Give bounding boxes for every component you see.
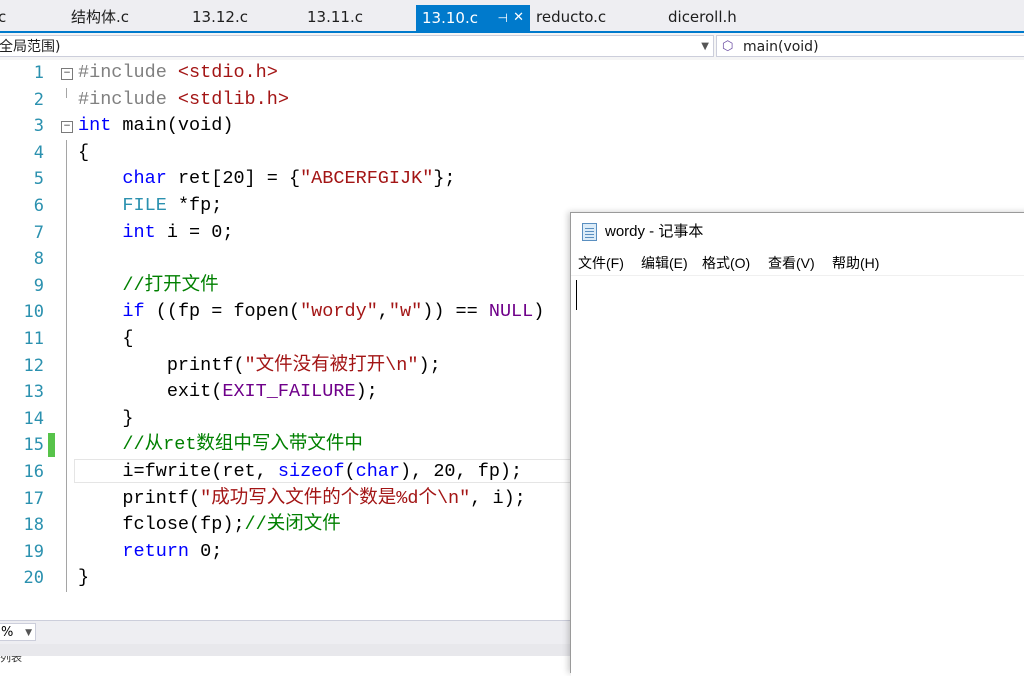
notepad-title-bar[interactable]: wordy - 记事本 <box>571 213 1024 251</box>
pin-icon[interactable]: ⊣ <box>498 5 508 31</box>
tab-diceroll-h[interactable]: diceroll.h <box>668 5 737 29</box>
document-tab-bar: c 结构体.c 13.12.c 13.11.c 13.10.c ⊣ ✕ redu… <box>0 0 1024 33</box>
code-line: 2 #include <stdlib.h> <box>33 88 289 110</box>
menu-format[interactable]: 格式(O) <box>702 251 750 275</box>
notepad-icon <box>582 223 597 241</box>
menu-file[interactable]: 文件(F) <box>578 251 624 275</box>
code-line: 1 − #include <stdio.h> <box>33 62 278 83</box>
scope-dropdown[interactable]: 全局范围) ▼ <box>0 35 714 57</box>
notepad-menu-bar: 文件(F) 编辑(E) 格式(O) 查看(V) 帮助(H) <box>571 251 1024 276</box>
chevron-down-icon: ▼ <box>25 628 32 638</box>
menu-help[interactable]: 帮助(H) <box>832 251 879 275</box>
notepad-window[interactable]: wordy - 记事本 文件(F) 编辑(E) 格式(O) 查看(V) 帮助(H… <box>570 212 1024 676</box>
tab-reducto-c[interactable]: reducto.c <box>536 5 606 29</box>
notepad-text-area[interactable] <box>571 276 1024 676</box>
navigation-bar: 全局范围) ▼ ⬡ main(void) <box>0 33 1024 61</box>
fold-collapse-icon[interactable]: − <box>61 121 73 134</box>
bottom-panel-strip: 列表 <box>0 656 570 663</box>
horizontal-scrollbar[interactable] <box>0 644 570 656</box>
tab-13-11-c[interactable]: 13.11.c <box>307 5 363 29</box>
code-line: 5 char ret[20] = {"ABCERFGIJK"}; <box>33 168 456 190</box>
tab-13-12-c[interactable]: 13.12.c <box>192 5 248 29</box>
tab-c[interactable]: c <box>0 5 6 29</box>
chevron-down-icon: ▼ <box>701 41 709 52</box>
zoom-dropdown[interactable]: % ▼ <box>0 623 36 641</box>
notepad-title: wordy - 记事本 <box>605 223 704 240</box>
fold-collapse-icon[interactable]: − <box>61 68 73 80</box>
code-line: 3 − int main(void) <box>33 115 234 137</box>
function-cube-icon: ⬡ <box>722 39 734 54</box>
text-caret <box>576 280 577 310</box>
close-icon[interactable]: ✕ <box>513 5 524 31</box>
menu-view[interactable]: 查看(V) <box>768 251 815 275</box>
function-dropdown[interactable]: ⬡ main(void) <box>716 35 1024 57</box>
menu-edit[interactable]: 编辑(E) <box>641 251 688 275</box>
editor-status-strip: % ▼ <box>0 620 570 645</box>
code-line: 4 { <box>33 141 90 163</box>
tab-struct-c[interactable]: 结构体.c <box>71 5 129 29</box>
tab-13-10-c[interactable]: 13.10.c ⊣ ✕ <box>416 5 530 31</box>
